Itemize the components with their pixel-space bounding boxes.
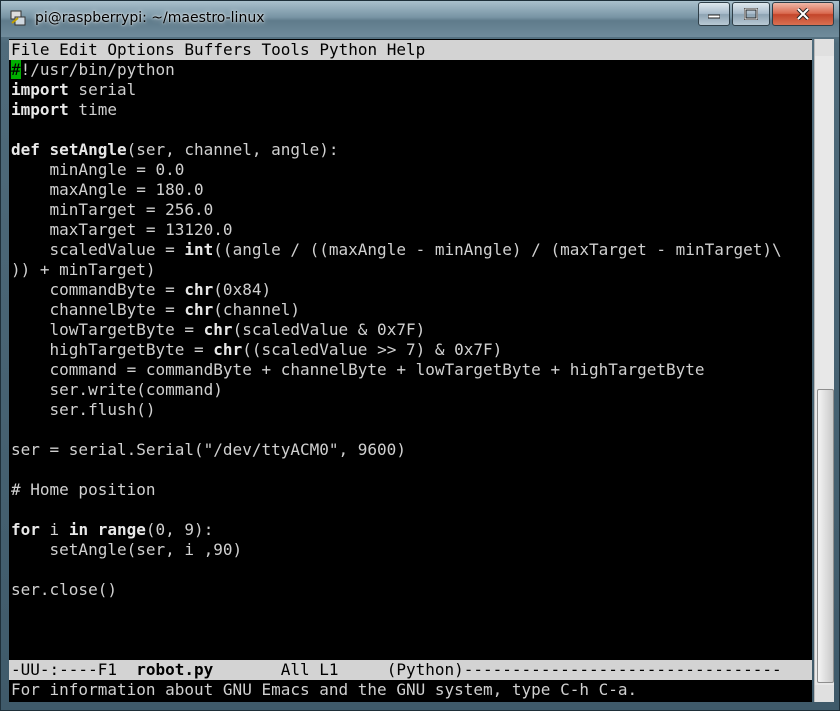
window-title: pi@raspberrypi: ~/maestro-linux [35, 10, 265, 26]
title-bar[interactable]: pi@raspberrypi: ~/maestro-linux [1, 1, 839, 37]
echo-area: For information about GNU Emacs and the … [11, 680, 638, 699]
mode-line-text: -UU-:----F1 robot.py All L1 (Python)----… [11, 660, 782, 679]
menu-file[interactable]: File [11, 40, 50, 59]
menu-buffers[interactable]: Buffers [184, 40, 251, 59]
code-line-7: maxAngle = 180.0 [11, 180, 204, 199]
code-line-10: scaledValue = int((angle / ((maxAngle - … [11, 240, 782, 259]
code-line-16: command = commandByte + channelByte + lo… [11, 360, 705, 379]
menu-row: File Edit Options Buffers Tools Python H… [11, 40, 425, 60]
menu-options[interactable]: Options [107, 40, 174, 59]
code-line-11: )) + minTarget) [11, 260, 156, 279]
minimize-button[interactable] [698, 2, 730, 26]
code-line-24: for i in range(0, 9): [11, 520, 214, 539]
text-cursor: # [11, 60, 21, 79]
emacs-menu-bar: File Edit Options Buffers Tools Python H… [9, 40, 812, 60]
code-line-12: commandByte = chr(0x84) [11, 280, 272, 299]
menu-edit[interactable]: Edit [59, 40, 98, 59]
terminal-window: pi@raspberrypi: ~/maestro-linux File Edi… [0, 0, 840, 711]
scroll-up-button[interactable] [815, 39, 834, 56]
minimize-icon [708, 14, 720, 19]
code-line-25: setAngle(ser, i ,90) [11, 540, 243, 559]
maximize-button[interactable] [732, 2, 770, 26]
code-line-14: lowTargetByte = chr(scaledValue & 0x7F) [11, 320, 426, 339]
code-line-5: def setAngle(ser, channel, angle): [11, 140, 339, 159]
code-line-9: maxTarget = 13120.0 [11, 220, 233, 239]
code-line-2: import serial [11, 80, 137, 99]
code-line-13: channelByte = chr(channel) [11, 300, 300, 319]
vertical-scrollbar[interactable] [814, 39, 834, 702]
code-line-27: ser.close() [11, 580, 117, 599]
menu-tools[interactable]: Tools [262, 40, 310, 59]
code-line-8: minTarget = 256.0 [11, 200, 214, 219]
code-line-1: #!/usr/bin/python [11, 60, 175, 79]
code-line-6: minAngle = 0.0 [11, 160, 185, 179]
buffer-name: robot.py [136, 660, 214, 679]
maximize-icon [744, 8, 758, 20]
putty-icon [10, 10, 26, 26]
emacs-mode-line: -UU-:----F1 robot.py All L1 (Python)----… [9, 660, 812, 680]
code-line-3: import time [11, 100, 117, 119]
code-line-15: highTargetByte = chr((scaledValue >> 7) … [11, 340, 503, 359]
terminal-screen[interactable]: File Edit Options Buffers Tools Python H… [9, 39, 812, 702]
code-line-18: ser.flush() [11, 400, 156, 419]
close-button[interactable] [772, 2, 834, 26]
code-line-17: ser.write(command) [11, 380, 223, 399]
close-icon [796, 8, 810, 20]
scroll-down-button[interactable] [815, 685, 834, 702]
code-line-22: # Home position [11, 480, 156, 499]
scrollbar-thumb[interactable] [817, 389, 834, 683]
menu-help[interactable]: Help [387, 40, 426, 59]
code-line-20: ser = serial.Serial("/dev/ttyACM0", 9600… [11, 440, 406, 459]
menu-python[interactable]: Python [319, 40, 377, 59]
